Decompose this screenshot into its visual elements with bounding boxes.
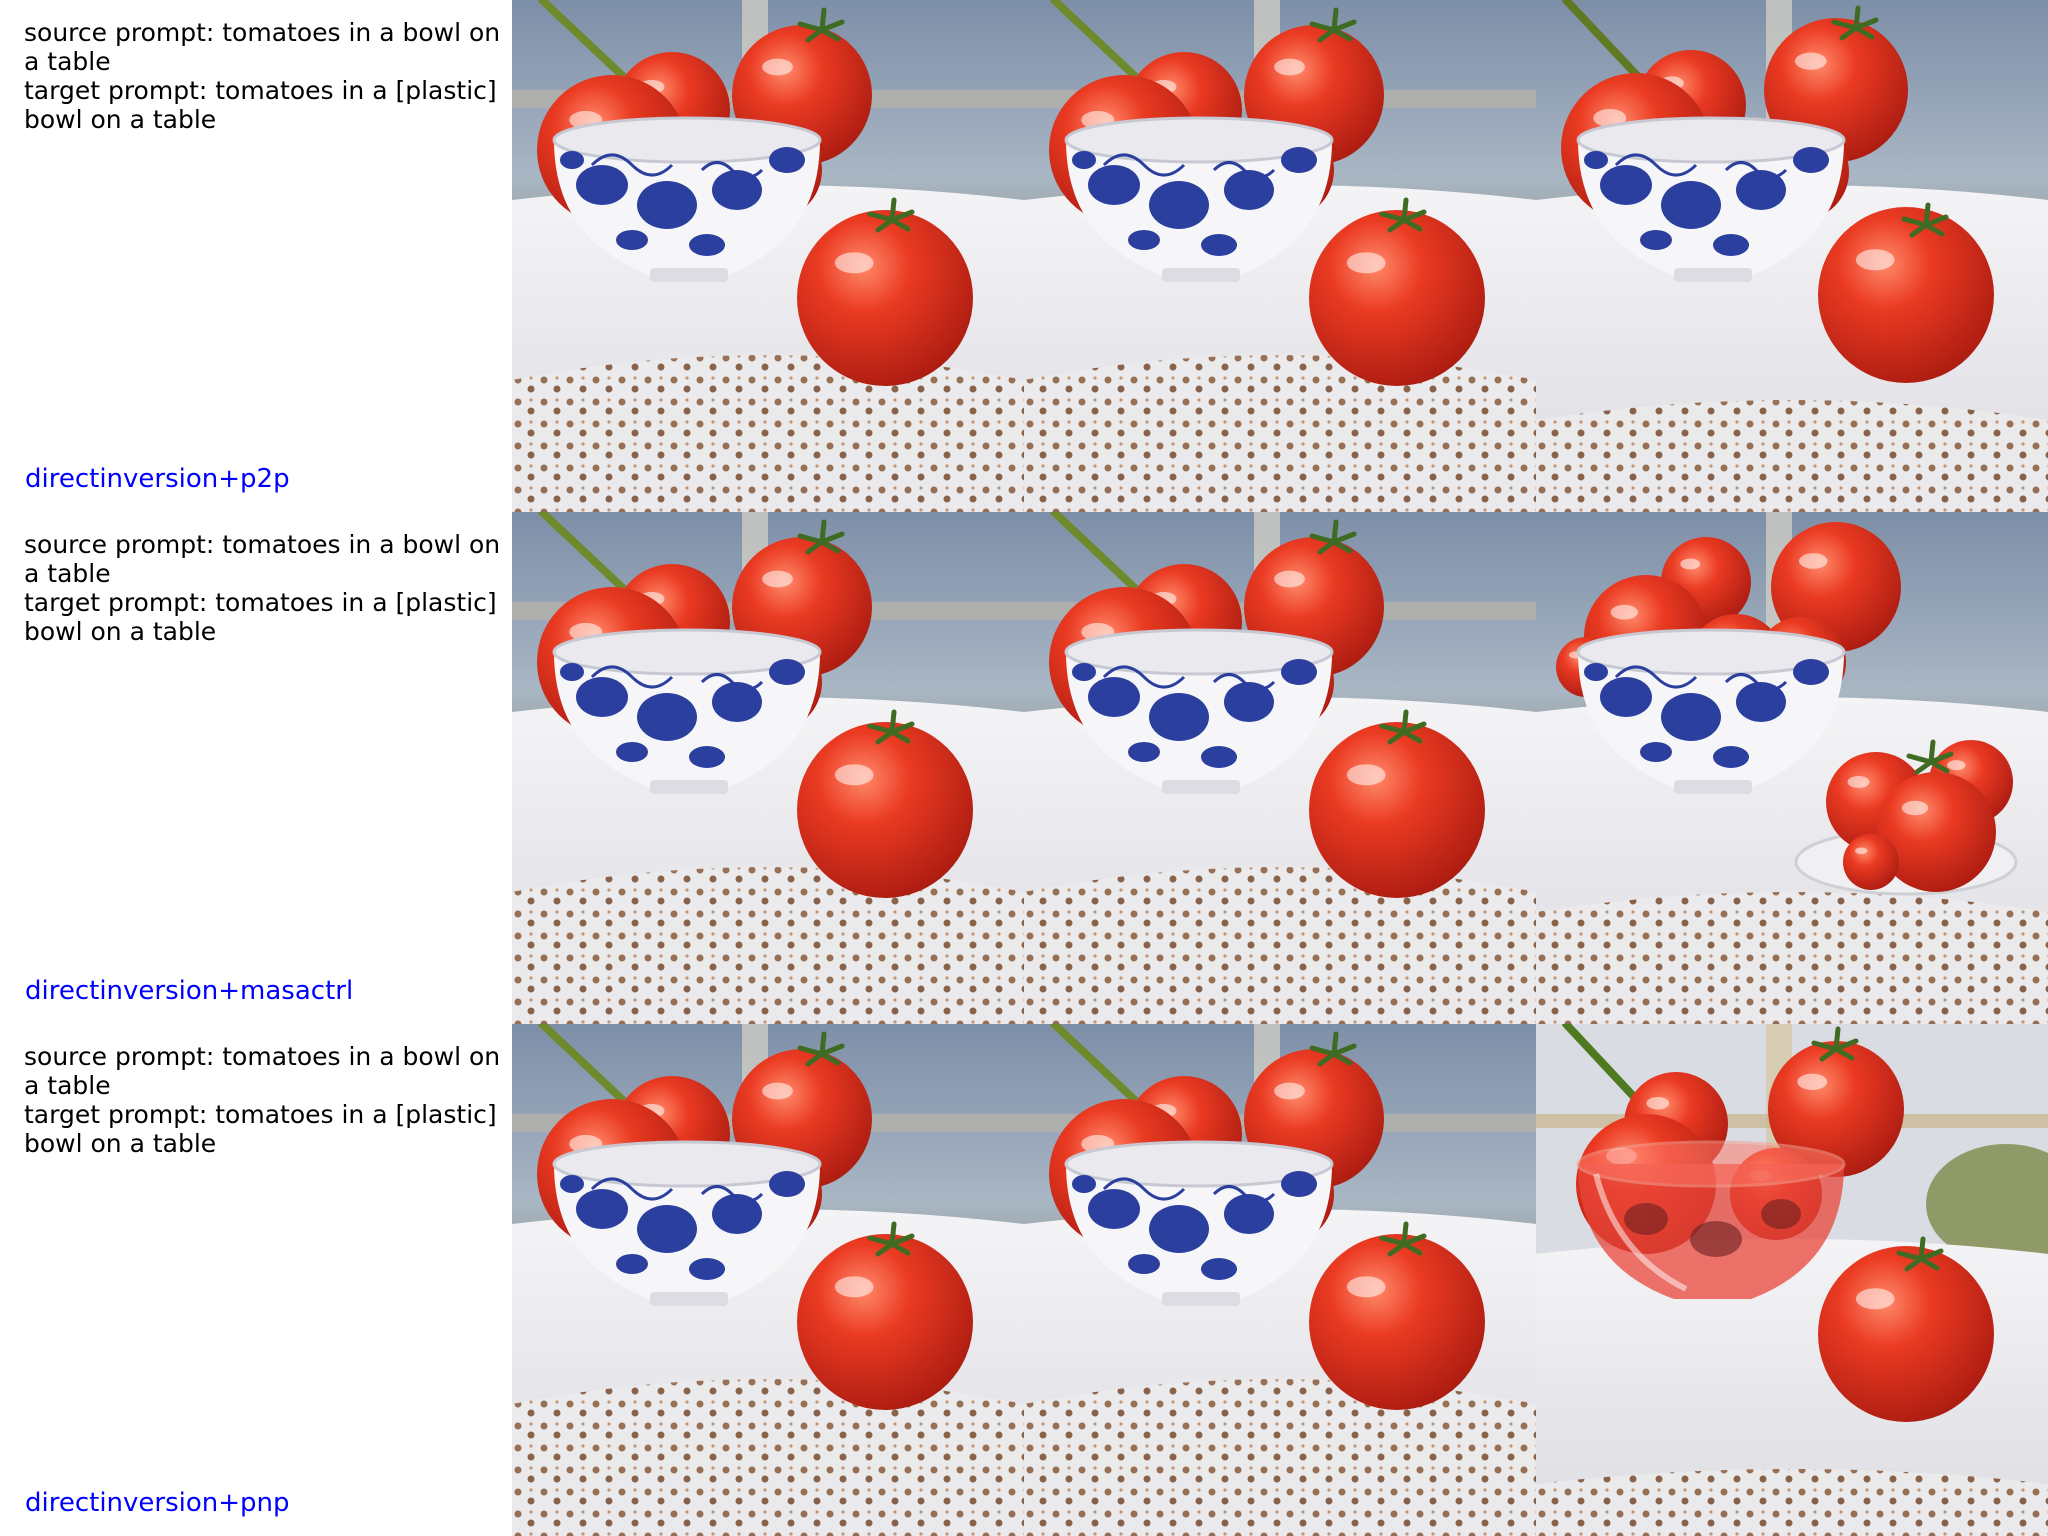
method-label: directinversion+masactrl — [25, 976, 354, 1006]
result-row: source prompt: tomatoes in a bowl on a t… — [0, 0, 2048, 512]
reconstruction-image — [1024, 0, 1536, 512]
source-image — [512, 512, 1024, 1024]
row-label-column: source prompt: tomatoes in a bowl on a t… — [0, 0, 512, 512]
edited-image — [1536, 512, 2048, 1024]
prompt-text-block: source prompt: tomatoes in a bowl on a t… — [24, 1042, 504, 1158]
target-prompt: target prompt: tomatoes in a [plastic] b… — [24, 588, 497, 646]
source-prompt: source prompt: tomatoes in a bowl on a t… — [24, 1042, 501, 1100]
source-prompt: source prompt: tomatoes in a bowl on a t… — [24, 18, 501, 76]
prompt-text-block: source prompt: tomatoes in a bowl on a t… — [24, 530, 504, 646]
method-label: directinversion+pnp — [25, 1488, 290, 1518]
method-label: directinversion+p2p — [25, 464, 290, 494]
reconstruction-image — [1024, 512, 1536, 1024]
row-label-column: source prompt: tomatoes in a bowl on a t… — [0, 1024, 512, 1536]
source-image — [512, 1024, 1024, 1536]
result-row: source prompt: tomatoes in a bowl on a t… — [0, 512, 2048, 1024]
target-prompt: target prompt: tomatoes in a [plastic] b… — [24, 76, 497, 134]
prompt-text-block: source prompt: tomatoes in a bowl on a t… — [24, 18, 504, 134]
target-prompt: target prompt: tomatoes in a [plastic] b… — [24, 1100, 497, 1158]
edited-image — [1536, 1024, 2048, 1536]
result-row: source prompt: tomatoes in a bowl on a t… — [0, 1024, 2048, 1536]
reconstruction-image — [1024, 1024, 1536, 1536]
edited-image — [1536, 0, 2048, 512]
source-prompt: source prompt: tomatoes in a bowl on a t… — [24, 530, 501, 588]
row-label-column: source prompt: tomatoes in a bowl on a t… — [0, 512, 512, 1024]
source-image — [512, 0, 1024, 512]
